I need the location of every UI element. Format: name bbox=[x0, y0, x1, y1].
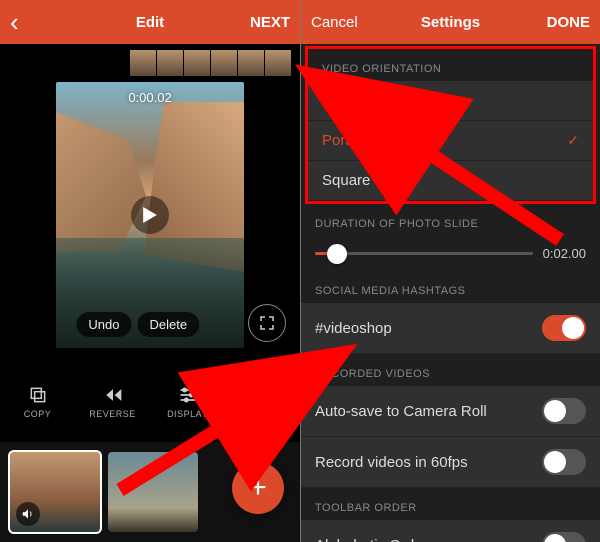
mute-button[interactable] bbox=[16, 502, 40, 526]
display-label: DISPLAY bbox=[167, 409, 208, 419]
filmstrip-frame bbox=[157, 50, 183, 76]
settings-tool[interactable]: SETTINGS bbox=[225, 372, 300, 432]
settings-title: Settings bbox=[371, 14, 530, 31]
orientation-heading: VIDEO ORIENTATION bbox=[308, 49, 593, 81]
edit-title: Edit bbox=[70, 14, 230, 31]
option-label: Landscape bbox=[322, 92, 395, 109]
delete-button[interactable]: Delete bbox=[137, 312, 199, 337]
option-label: Portrait bbox=[322, 132, 370, 149]
preview-timestamp: 0:00.02 bbox=[128, 90, 171, 105]
filmstrip-frame bbox=[130, 50, 156, 76]
orientation-square[interactable]: Square bbox=[308, 161, 593, 201]
timeline-filmstrip[interactable] bbox=[0, 50, 300, 78]
expand-icon bbox=[260, 316, 274, 330]
clip-thumbnail[interactable] bbox=[10, 452, 100, 532]
edit-toolbar: COPY REVERSE DISPLAY SETTINGS bbox=[0, 372, 300, 432]
hashtag-row[interactable]: #videoshop bbox=[301, 303, 600, 354]
sixtyfps-label: Record videos in 60fps bbox=[315, 454, 468, 471]
play-icon bbox=[143, 207, 157, 223]
duration-slider[interactable] bbox=[315, 252, 533, 255]
reverse-label: REVERSE bbox=[89, 409, 136, 419]
settings-header: Cancel Settings DONE bbox=[301, 0, 600, 44]
reverse-tool[interactable]: REVERSE bbox=[75, 372, 150, 432]
orientation-portrait[interactable]: Portrait ✓ bbox=[308, 121, 593, 161]
hashtags-heading: SOCIAL MEDIA HASHTAGS bbox=[301, 271, 600, 303]
gear-icon bbox=[253, 385, 273, 405]
checkmark-icon: ✓ bbox=[567, 132, 579, 149]
sixtyfps-toggle[interactable] bbox=[542, 449, 586, 475]
undo-button[interactable]: Undo bbox=[76, 312, 131, 337]
settings-body[interactable]: VIDEO ORIENTATION Landscape Portrait ✓ S… bbox=[301, 44, 600, 542]
filmstrip-frame bbox=[238, 50, 264, 76]
clip-thumbnail[interactable] bbox=[108, 452, 198, 532]
next-button[interactable]: NEXT bbox=[230, 14, 290, 31]
filmstrip-frame bbox=[184, 50, 210, 76]
alpha-order-row[interactable]: Alphabetic Order bbox=[301, 520, 600, 542]
sixtyfps-row[interactable]: Record videos in 60fps bbox=[301, 437, 600, 488]
add-clip-button[interactable]: + bbox=[232, 462, 284, 514]
orientation-landscape[interactable]: Landscape bbox=[308, 81, 593, 121]
cancel-button[interactable]: Cancel bbox=[311, 14, 371, 31]
clip-thumbnails: + bbox=[0, 442, 300, 542]
filmstrip-frame bbox=[211, 50, 237, 76]
autosave-label: Auto-save to Camera Roll bbox=[315, 403, 487, 420]
hashtag-toggle[interactable] bbox=[542, 315, 586, 341]
edit-header: ‹ Edit NEXT bbox=[0, 0, 300, 44]
copy-label: COPY bbox=[24, 409, 52, 419]
play-button[interactable] bbox=[131, 196, 169, 234]
fullscreen-button[interactable] bbox=[248, 304, 286, 342]
settings-label: SETTINGS bbox=[238, 409, 287, 419]
recorded-heading: RECORDED VIDEOS bbox=[301, 354, 600, 386]
sliders-icon bbox=[178, 385, 198, 405]
copy-icon bbox=[28, 385, 48, 405]
reverse-icon bbox=[103, 385, 123, 405]
autosave-toggle[interactable] bbox=[542, 398, 586, 424]
autosave-row[interactable]: Auto-save to Camera Roll bbox=[301, 386, 600, 437]
duration-heading: DURATION OF PHOTO SLIDE bbox=[301, 204, 600, 236]
annotation-highlight-box: VIDEO ORIENTATION Landscape Portrait ✓ S… bbox=[305, 46, 596, 204]
option-label: Square bbox=[322, 172, 370, 189]
done-button[interactable]: DONE bbox=[530, 14, 590, 31]
edit-action-pills: Undo Delete bbox=[76, 312, 199, 337]
display-tool[interactable]: DISPLAY bbox=[150, 372, 225, 432]
filmstrip-frame bbox=[265, 50, 291, 76]
copy-tool[interactable]: COPY bbox=[0, 372, 75, 432]
video-preview[interactable]: 0:00.02 bbox=[56, 82, 244, 348]
edit-screen: ‹ Edit NEXT 0:00.02 Undo Delete bbox=[0, 0, 300, 542]
back-button[interactable]: ‹ bbox=[10, 7, 70, 38]
alpha-order-label: Alphabetic Order bbox=[315, 537, 428, 542]
plus-icon: + bbox=[249, 471, 267, 505]
speaker-icon bbox=[21, 507, 35, 521]
alpha-order-toggle[interactable] bbox=[542, 532, 586, 542]
duration-slider-row: 0:02.00 bbox=[301, 236, 600, 271]
slider-knob[interactable] bbox=[327, 244, 347, 264]
hashtag-label: #videoshop bbox=[315, 320, 392, 337]
settings-screen: Cancel Settings DONE VIDEO ORIENTATION L… bbox=[300, 0, 600, 542]
duration-value: 0:02.00 bbox=[543, 246, 586, 261]
toolbar-order-heading: TOOLBAR ORDER bbox=[301, 488, 600, 520]
